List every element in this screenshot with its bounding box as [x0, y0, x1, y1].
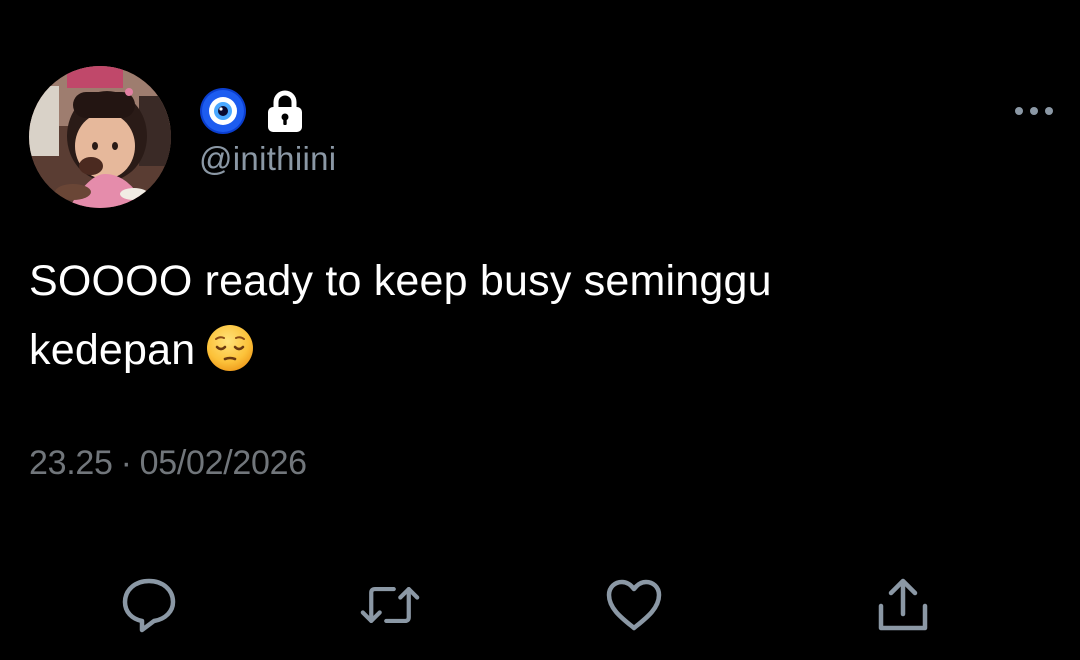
tweet-timestamp[interactable]: 23.25 · 05/02/2026	[29, 444, 307, 483]
tweet-date: 05/02/2026	[139, 444, 307, 482]
like-button[interactable]	[604, 575, 664, 635]
avatar[interactable]	[29, 66, 171, 208]
pensive-face-icon	[207, 325, 254, 371]
tweet-text-line-2: kedepan	[29, 316, 1029, 385]
share-button[interactable]	[873, 575, 933, 635]
tweet-text-line-2-text: kedepan	[29, 326, 196, 374]
retweet-icon	[360, 586, 420, 624]
user-handle[interactable]: @inithiini	[199, 140, 336, 178]
lock-icon	[268, 90, 302, 132]
tweet-text-line-1: SOOOO ready to keep busy seminggu	[29, 257, 772, 305]
retweet-button[interactable]	[360, 575, 420, 635]
reply-icon	[122, 578, 176, 633]
nazar-amulet-icon	[200, 88, 246, 134]
share-icon	[878, 578, 928, 631]
tweet-detail: @inithiini SOOOO ready to keep busy semi…	[0, 0, 1080, 660]
reply-button[interactable]	[119, 575, 179, 635]
timestamp-separator: ·	[120, 444, 132, 482]
tweet-text: SOOOO ready to keep busy seminggu kedepa…	[29, 247, 1029, 385]
more-options-icon[interactable]	[1012, 100, 1056, 122]
display-name-row[interactable]	[199, 86, 305, 136]
tweet-time: 23.25	[29, 444, 113, 482]
like-icon	[606, 579, 662, 631]
